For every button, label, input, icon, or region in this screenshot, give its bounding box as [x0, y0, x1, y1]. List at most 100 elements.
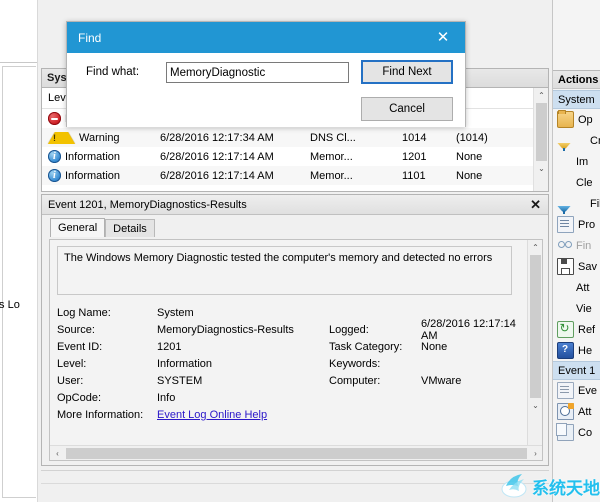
event-detail-horizontal-scrollbar[interactable]: ‹ ›	[50, 445, 542, 461]
property-value: SYSTEM	[157, 374, 203, 387]
tab-general[interactable]: General	[50, 218, 106, 237]
refresh-icon	[557, 321, 574, 338]
scrollbar-thumb[interactable]	[530, 255, 541, 398]
find-what-label: Find what:	[86, 66, 140, 78]
property-key: Level:	[57, 357, 87, 370]
close-icon[interactable]: ✕	[527, 198, 544, 211]
action-label: Pro	[578, 218, 596, 231]
blank-icon	[557, 301, 572, 316]
event-detail-panel: Event 1201, MemoryDiagnostics-Results ✕ …	[41, 194, 549, 466]
action-label: He	[578, 344, 593, 357]
search-input[interactable]	[166, 62, 349, 83]
find-dialog-body: Find what: Find Next Cancel	[67, 53, 465, 127]
event-detail-title: Event 1201, MemoryDiagnostics-Results	[48, 198, 247, 211]
tree-item-services-log[interactable]: ices Lo	[0, 299, 37, 311]
actions-group-system: System	[553, 90, 600, 109]
action-refresh[interactable]: Ref	[553, 319, 600, 340]
tree-list[interactable]: ices Lo	[0, 66, 37, 498]
action-attach-task-to-event[interactable]: Att	[553, 401, 600, 422]
tree-separator	[0, 62, 37, 63]
blank-icon	[557, 154, 572, 169]
scroll-down-icon[interactable]: ⌄	[534, 161, 548, 176]
scroll-left-icon[interactable]: ‹	[50, 446, 65, 461]
blank-icon	[557, 175, 572, 190]
property-row: OpCode: Info	[57, 389, 519, 406]
action-label: Fin	[576, 239, 592, 252]
action-open-saved-log[interactable]: Op	[553, 109, 600, 130]
action-event-properties[interactable]: Eve	[553, 380, 600, 401]
event-viewer-window: ices Lo Syst Lev E	[0, 0, 600, 502]
event-log-online-help-link[interactable]: Event Log Online Help	[157, 409, 329, 421]
action-properties[interactable]: Pro	[553, 214, 600, 235]
cell-event-id: 1101	[402, 169, 426, 182]
copy-icon	[556, 423, 574, 441]
blank-icon	[557, 280, 572, 295]
property-value: MemoryDiagnostics-Results	[157, 323, 294, 336]
property-row: User: SYSTEM Computer: VMware	[57, 372, 519, 389]
scroll-up-icon[interactable]: ⌃	[534, 88, 548, 103]
close-icon[interactable]: ✕	[421, 22, 465, 53]
action-label: Co	[578, 426, 593, 439]
action-label: Vie	[576, 302, 592, 315]
event-detail-vertical-scrollbar[interactable]: ⌃ ⌄	[527, 240, 542, 445]
console-tree-pane[interactable]: ices Lo	[0, 0, 38, 502]
property-key: More Information:	[57, 408, 144, 421]
table-row[interactable]: Warning 6/28/2016 12:17:34 AM DNS Cl... …	[42, 128, 548, 147]
find-dialog-titlebar[interactable]: Find ✕	[67, 22, 465, 53]
action-view[interactable]: Vie	[553, 298, 600, 319]
property-value: None	[421, 340, 448, 353]
action-label: Op	[578, 113, 593, 126]
properties-icon	[557, 216, 574, 233]
property-value: Info	[157, 391, 176, 404]
action-help[interactable]: He	[553, 340, 600, 361]
scroll-up-icon[interactable]: ⌃	[528, 240, 542, 255]
action-label: Eve	[578, 384, 597, 397]
scroll-right-icon[interactable]: ›	[528, 446, 542, 461]
property-key: Logged:	[329, 323, 369, 336]
property-value: 1201	[157, 340, 182, 353]
property-key: Source:	[57, 323, 95, 336]
action-label: Im	[576, 155, 589, 168]
scrollbar-thumb[interactable]	[536, 103, 547, 161]
property-value: VMware	[421, 374, 462, 387]
tab-details[interactable]: Details	[105, 219, 155, 237]
property-row: Event ID: 1201 Task Category: None	[57, 338, 519, 355]
events-list-scrollbar[interactable]: ⌃ ⌄	[533, 88, 548, 191]
action-label: Sav	[578, 260, 597, 273]
error-icon	[48, 112, 61, 125]
cancel-button[interactable]: Cancel	[361, 97, 453, 121]
action-clear-log[interactable]: Cle	[553, 172, 600, 193]
action-import-custom-view[interactable]: Im	[553, 151, 600, 172]
scroll-down-icon[interactable]: ⌄	[528, 398, 542, 413]
help-icon	[557, 342, 574, 359]
cell-date: 6/28/2016 12:17:14 AM	[160, 169, 274, 182]
action-find[interactable]: Fin	[553, 235, 600, 256]
action-filter-current-log[interactable]: Filt	[553, 193, 600, 214]
cell-event-id: 1014	[402, 131, 427, 144]
event-message: The Windows Memory Diagnostic tested the…	[57, 246, 512, 295]
event-detail-content[interactable]: The Windows Memory Diagnostic tested the…	[49, 239, 543, 461]
scrollbar-thumb[interactable]	[66, 447, 527, 459]
action-save-all-events-as[interactable]: Sav	[553, 256, 600, 277]
event-properties-icon	[557, 382, 574, 399]
action-label: Cle	[576, 176, 593, 189]
table-row[interactable]: Information 6/28/2016 12:17:14 AM Memor.…	[42, 166, 548, 185]
event-properties-grid: Log Name: System Source: MemoryDiagnosti…	[57, 304, 519, 423]
cell-event-id: 1201	[402, 150, 427, 163]
action-label: Cre	[590, 134, 600, 147]
property-row: Level: Information Keywords:	[57, 355, 519, 372]
property-key: Event ID:	[57, 340, 103, 353]
action-copy[interactable]: Co	[553, 422, 600, 443]
information-icon	[48, 169, 61, 182]
property-key: Computer:	[329, 374, 381, 387]
property-row: Source: MemoryDiagnostics-Results Logged…	[57, 318, 519, 342]
find-next-button[interactable]: Find Next	[361, 60, 453, 84]
event-detail-tabs[interactable]: General Details	[42, 215, 548, 237]
bottom-divider	[41, 483, 549, 484]
table-row[interactable]: Information 6/28/2016 12:17:14 AM Memor.…	[42, 147, 548, 166]
action-attach-task-to-log[interactable]: Att	[553, 277, 600, 298]
property-key: OpCode:	[57, 391, 102, 404]
action-create-custom-view[interactable]: Cre	[553, 130, 600, 151]
cell-level: Warning	[79, 131, 120, 144]
property-key: Keywords:	[329, 357, 381, 370]
